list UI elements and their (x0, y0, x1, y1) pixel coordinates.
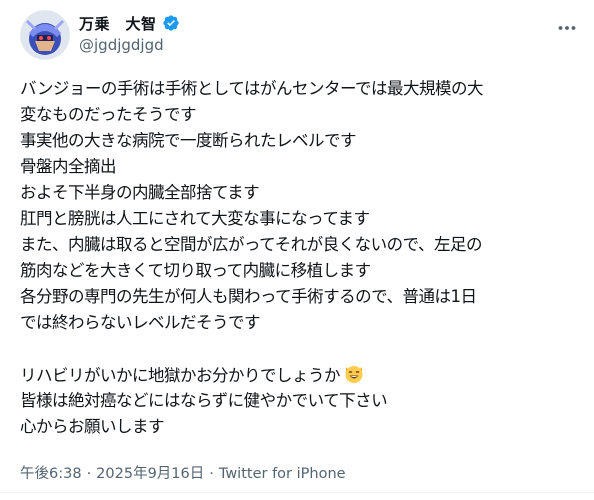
tweet-time[interactable]: 午後6:38 (20, 466, 82, 482)
tweet-source-link[interactable]: Twitter for iPhone (219, 466, 346, 482)
tweet-text: バンジョーの手術は手術としてはがんセンターでは最大規模の大 変なものだったそうで… (20, 76, 580, 440)
tweet-line: 骨盤内全摘出 (20, 157, 117, 176)
tweet-card: 万乗 大智 @jgdjgdjgd バンジョーの手術は手術としてはがんセンターでは… (0, 0, 594, 500)
display-name-row: 万乗 大智 (79, 12, 180, 34)
tweet-line: バンジョーの手術は手術としてはがんセンターでは最大規模の大 (20, 79, 484, 98)
divider (0, 492, 594, 493)
tweet-line: 心からお願いします (20, 417, 165, 436)
tweet-line: 筋肉などを大きくて切り取って内臓に移植します (20, 261, 371, 280)
tweet-line: 皆様は絶対癌などにはならずに健やかでいて下さい (20, 391, 388, 410)
tweet-line: 肛門と膀胱は人工にされて大変な事になってます (20, 209, 370, 228)
meta-separator: · (86, 466, 92, 482)
tweet-line: 各分野の専門の先生が何人も関わって手術するので、普通は1日 (20, 287, 477, 306)
tweet-meta: 午後6:38 · 2025年9月16日 · Twitter for iPhone (20, 462, 346, 483)
display-name[interactable]: 万乗 大智 (79, 13, 157, 34)
meta-separator: · (209, 466, 214, 482)
tweet-date[interactable]: 2025年9月16日 (96, 466, 204, 482)
author-info: 万乗 大智 @jgdjgdjgd (79, 12, 180, 54)
tweet-line: では終わらないレベルだそうです (20, 313, 261, 332)
avatar-image (21, 11, 69, 59)
tweet-line-with-emoji: リハビリがいかに地獄かお分かりでしょうか (20, 362, 580, 388)
verified-badge-icon (162, 14, 180, 32)
more-options-icon[interactable] (557, 18, 577, 38)
user-handle[interactable]: @jgdjgdjgd (79, 36, 180, 54)
tweet-line: 変なものだったそうです (20, 105, 197, 124)
tweet-line: リハビリがいかに地獄かお分かりでしょうか (20, 366, 341, 385)
tweet-line: およそ下半身の内臓全部捨てます (20, 183, 260, 202)
tweet-line: 事実他の大きな病院で一度断られたレベルです (20, 131, 357, 150)
tweet-line: また、内臓は取ると空間が広がってそれが良くないので、左足の (20, 235, 483, 254)
avatar[interactable] (20, 10, 70, 60)
